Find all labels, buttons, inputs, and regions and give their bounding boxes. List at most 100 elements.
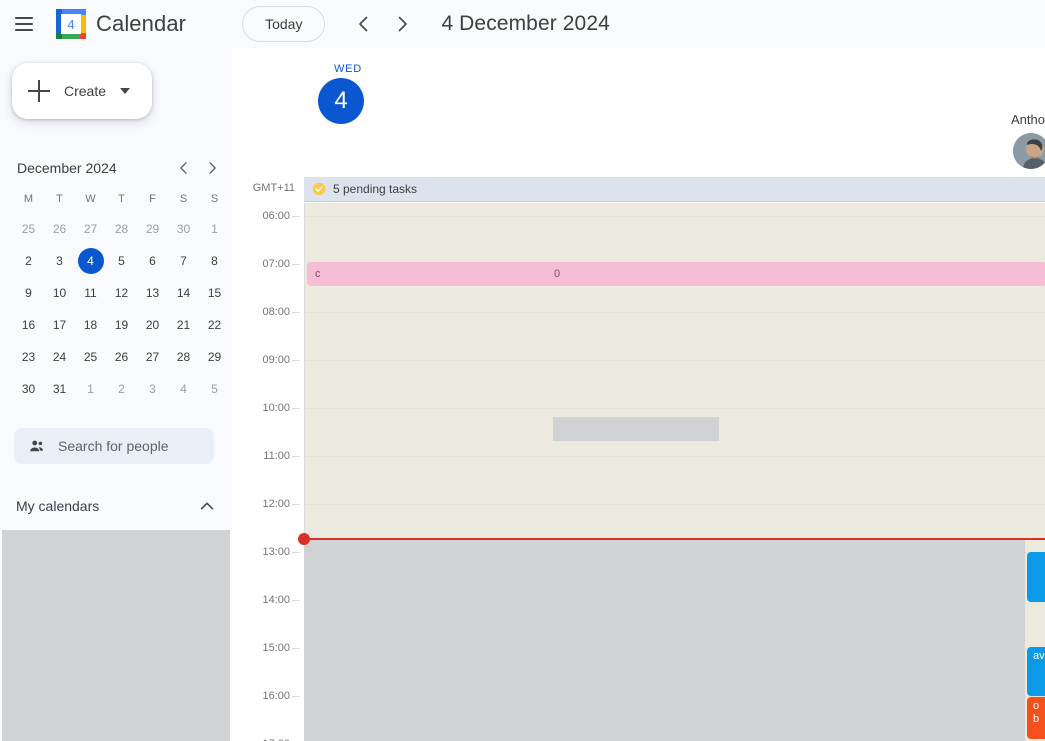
chevron-right-icon[interactable]: [385, 7, 419, 41]
hour-tick: [292, 264, 300, 265]
hour-label: 13:00: [262, 546, 290, 558]
mini-calendar-day[interactable]: 18: [75, 312, 106, 338]
hour-label: 14:00: [262, 594, 290, 606]
hour-label: 09:00: [262, 354, 290, 366]
app-logo[interactable]: 4 Calendar: [56, 9, 186, 39]
mini-calendar-day[interactable]: 2: [106, 376, 137, 402]
day-of-week-label: WED: [333, 63, 363, 75]
hour-tick: [292, 216, 300, 217]
mini-calendar-day[interactable]: 14: [168, 280, 199, 306]
mini-calendar-day[interactable]: 28: [168, 344, 199, 370]
today-button[interactable]: Today: [242, 6, 326, 42]
mini-calendar-day[interactable]: 11: [75, 280, 106, 306]
mini-calendar-weekday: S: [179, 193, 188, 205]
mini-calendar-day[interactable]: 17: [44, 312, 75, 338]
mini-calendar-day[interactable]: 1: [199, 216, 230, 242]
hour-label: 10:00: [262, 402, 290, 414]
mini-calendar-day[interactable]: 3: [44, 248, 75, 274]
mini-calendar-day[interactable]: 15: [199, 280, 230, 306]
mini-calendar-day[interactable]: 26: [106, 344, 137, 370]
hamburger-menu-icon[interactable]: [4, 4, 44, 44]
event-orange[interactable]: o b: [1027, 697, 1045, 739]
mini-calendar-day[interactable]: 10: [44, 280, 75, 306]
google-calendar-icon: 4: [56, 9, 86, 39]
avatar[interactable]: [1013, 133, 1045, 169]
mini-calendar-day[interactable]: 30: [168, 216, 199, 242]
logo-day-number: 4: [67, 17, 74, 32]
search-people-input[interactable]: Search for people: [14, 428, 214, 464]
app-title: Calendar: [96, 11, 187, 36]
hour-tick: [292, 696, 300, 697]
current-time-dot: [298, 533, 310, 545]
mini-calendar-day[interactable]: 21: [168, 312, 199, 338]
chevron-up-icon[interactable]: [198, 497, 216, 515]
mini-calendar-day[interactable]: 31: [44, 376, 75, 402]
mini-calendar-day[interactable]: 26: [44, 216, 75, 242]
mini-calendar-day[interactable]: 27: [75, 216, 106, 242]
time-gutter: 06:00 07:00 08:00 09:00 10:00 11:00 12:00 13:00…: [232, 203, 304, 741]
hour-tick: [292, 360, 300, 361]
top-bar: 4 Calendar Today 4 December 2024: [0, 0, 1045, 48]
mini-calendar-weekday: T: [56, 193, 63, 205]
mini-calendar-day[interactable]: 19: [106, 312, 137, 338]
hour-label: 11:00: [263, 450, 290, 462]
mini-calendar-title: December 2024: [17, 160, 117, 176]
mini-calendar-day[interactable]: 25: [13, 216, 44, 242]
hour-tick: [292, 408, 300, 409]
mini-calendar-day[interactable]: 3: [137, 376, 168, 402]
mini-calendar-day[interactable]: 29: [199, 344, 230, 370]
mini-calendar-day[interactable]: 1: [75, 376, 106, 402]
hour-label: 06:00: [262, 210, 290, 222]
mini-calendar-day[interactable]: 5: [199, 376, 230, 402]
hour-tick: [292, 552, 300, 553]
mini-calendar-weekday: W: [85, 193, 96, 205]
mini-calendar-day[interactable]: 22: [199, 312, 230, 338]
mini-calendar-day[interactable]: 13: [137, 280, 168, 306]
mini-calendar-day[interactable]: 8: [199, 248, 230, 274]
time-grid[interactable]: c 0 ave o b oss 06:0007:00: [232, 203, 1045, 741]
event-pink-label-start: c: [315, 268, 321, 280]
mini-calendar-day[interactable]: 7: [168, 248, 199, 274]
event-pink-label-end: 0: [554, 268, 561, 280]
mini-calendar-day[interactable]: 25: [75, 344, 106, 370]
hour-label: 12:00: [262, 498, 290, 510]
mini-calendar-day[interactable]: 5: [106, 248, 137, 274]
mini-calendar-header: December 2024: [8, 148, 226, 188]
mini-calendar-grid: M T W T F S S 25 26 27 28 29 30 1 2 3 4 5 6 7 8 9 10 11 12 13 14 15…: [8, 188, 226, 402]
mini-calendar-day[interactable]: 29: [137, 216, 168, 242]
mini-calendar-weekday: T: [118, 193, 125, 205]
mini-calendar-day[interactable]: 4: [168, 376, 199, 402]
sidebar: Create December 2024 M T W T F S S 25 26 27 28 29 30…: [0, 48, 232, 741]
chevron-left-icon[interactable]: [347, 7, 381, 41]
day-number-badge[interactable]: 4: [318, 78, 364, 124]
event-pink-label-tail[interactable]: 0: [550, 262, 1045, 286]
mini-calendar-day[interactable]: 20: [137, 312, 168, 338]
mini-calendar-next-icon[interactable]: [198, 154, 226, 182]
mini-calendar-day[interactable]: 4: [75, 248, 106, 274]
mini-calendar-day[interactable]: 6: [137, 248, 168, 274]
mini-calendar-day[interactable]: 2: [13, 248, 44, 274]
grid-content-placeholder: [304, 539, 1025, 741]
event-blue-2-label: ave: [1033, 650, 1045, 662]
pending-tasks-label: 5 pending tasks: [333, 182, 418, 196]
mini-calendar-day[interactable]: 23: [13, 344, 44, 370]
mini-calendar-weekday: M: [23, 193, 34, 205]
day-view: WED 4 Antho GMT+11 5 pending tasks c 0 a…: [232, 48, 1045, 741]
mini-calendar-day[interactable]: 27: [137, 344, 168, 370]
mini-calendar-day[interactable]: 9: [13, 280, 44, 306]
all-day-tasks-row[interactable]: 5 pending tasks: [304, 177, 1045, 202]
mini-calendar-day[interactable]: 16: [13, 312, 44, 338]
event-blue-2[interactable]: ave: [1027, 647, 1045, 696]
mini-calendar-weekday: S: [210, 193, 219, 205]
create-button[interactable]: Create: [12, 63, 153, 119]
event-label-placeholder: [553, 417, 719, 441]
mini-calendar-prev-icon[interactable]: [170, 154, 198, 182]
mini-calendar-day[interactable]: 28: [106, 216, 137, 242]
event-blue-1[interactable]: [1027, 552, 1045, 602]
hour-tick: [292, 312, 300, 313]
date-title: 4 December 2024: [441, 12, 610, 35]
mini-calendar-day[interactable]: 12: [106, 280, 137, 306]
mini-calendar-day[interactable]: 24: [44, 344, 75, 370]
mini-calendar-day[interactable]: 30: [13, 376, 44, 402]
my-calendars-section-header[interactable]: My calendars: [8, 491, 224, 521]
